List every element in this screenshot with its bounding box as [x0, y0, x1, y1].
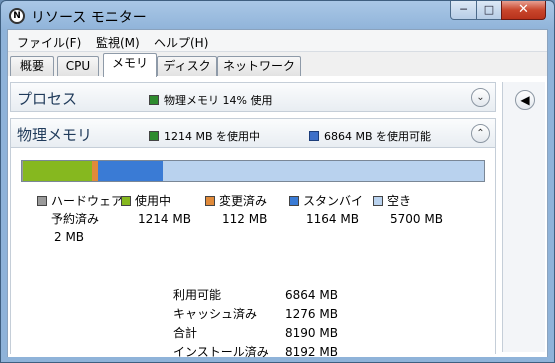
window-title: リソース モニター	[31, 10, 147, 26]
close-button[interactable]: ✕	[501, 1, 546, 20]
legend-label: ハードウェア予約済み	[51, 194, 124, 226]
legend-in-use: 使用中 1214 MB	[121, 192, 191, 228]
process-section-title: プロセス	[17, 90, 78, 108]
stat-value: 8192 MB	[285, 345, 338, 359]
available-stat: 6864 MB を使用可能	[309, 128, 431, 144]
tab-cpu[interactable]: CPU	[57, 56, 99, 76]
legend-label: スタンバイ	[303, 194, 364, 208]
menu-file[interactable]: ファイル(F)	[17, 34, 81, 51]
graph-pane: ◀	[502, 82, 545, 352]
stat-value: 6864 MB	[285, 288, 338, 302]
green-square-icon	[121, 196, 131, 206]
legend-value: 1214 MB	[138, 212, 191, 226]
collapse-graph-icon[interactable]: ◀	[515, 90, 535, 110]
green-square-icon	[149, 95, 159, 105]
light-blue-square-icon	[373, 196, 383, 206]
in-use-text: 1214 MB を使用中	[164, 130, 261, 143]
stat-label: キャッシュ済み	[173, 307, 258, 321]
minimize-button[interactable]: ─	[450, 1, 477, 20]
resource-monitor-icon: N	[9, 8, 25, 24]
sections-panel: プロセス 物理メモリ 14% 使用 ⌄ 物理メモリ 1214 MB を使用中 6…	[10, 82, 496, 359]
menu-monitor[interactable]: 監視(M)	[96, 34, 140, 51]
legend-label: 空き	[387, 194, 412, 208]
legend-value: 1164 MB	[306, 212, 359, 226]
legend-standby: スタンバイ 1164 MB	[289, 192, 363, 228]
physical-memory-body: ハードウェア予約済み 2 MB 使用中 1214 MB 変更済み 112 MB …	[10, 148, 496, 359]
stat-label: 合計	[173, 326, 198, 340]
chevron-down-icon[interactable]: ⌄	[471, 88, 490, 107]
tab-memory[interactable]: メモリ	[103, 53, 157, 77]
legend-hardware-reserved: ハードウェア予約済み 2 MB	[37, 192, 123, 246]
legend-label: 変更済み	[219, 194, 268, 208]
process-section-header[interactable]: プロセス 物理メモリ 14% 使用 ⌄	[10, 82, 496, 112]
memory-bar-segment-in-use	[23, 161, 92, 181]
maximize-button[interactable]: □	[476, 1, 502, 20]
blue-square-icon	[289, 196, 299, 206]
memory-usage-bar	[21, 160, 485, 182]
blue-square-icon	[309, 131, 319, 141]
stat-value: 8190 MB	[285, 326, 338, 340]
stat-label: インストール済み	[173, 345, 269, 359]
available-text: 6864 MB を使用可能	[324, 130, 432, 143]
legend-value: 112 MB	[222, 212, 268, 226]
physical-memory-section-header[interactable]: 物理メモリ 1214 MB を使用中 6864 MB を使用可能 ⌃	[10, 118, 496, 148]
legend-value: 2 MB	[54, 230, 85, 244]
process-memory-stat: 物理メモリ 14% 使用	[149, 92, 272, 108]
menu-bar: ファイル(F) 監視(M) ヘルプ(H)	[8, 30, 547, 52]
legend-modified: 変更済み 112 MB	[205, 192, 267, 228]
stat-label: 利用可能	[173, 288, 222, 302]
tab-disk[interactable]: ディスク	[157, 56, 217, 76]
client-area: ファイル(F) 監視(M) ヘルプ(H) 概要 CPU メモリ ディスク ネット…	[7, 29, 548, 359]
gray-square-icon	[37, 196, 47, 206]
memory-tab-content: プロセス 物理メモリ 14% 使用 ⌄ 物理メモリ 1214 MB を使用中 6…	[8, 76, 547, 359]
in-use-stat: 1214 MB を使用中	[149, 128, 260, 144]
stat-value: 1276 MB	[285, 307, 338, 321]
tab-network[interactable]: ネットワーク	[217, 56, 301, 76]
green-square-icon	[149, 131, 159, 141]
title-bar[interactable]: N リソース モニター ─ □ ✕	[1, 1, 554, 29]
chevron-up-icon[interactable]: ⌃	[471, 124, 490, 143]
resource-monitor-window: N リソース モニター ─ □ ✕ ファイル(F) 監視(M) ヘルプ(H) 概…	[0, 0, 555, 363]
legend-label: 使用中	[135, 194, 172, 208]
tab-strip: 概要 CPU メモリ ディスク ネットワーク	[8, 52, 547, 98]
process-stat-text: 物理メモリ 14% 使用	[164, 94, 273, 107]
tab-overview[interactable]: 概要	[10, 56, 54, 76]
orange-square-icon	[205, 196, 215, 206]
legend-value: 5700 MB	[390, 212, 443, 226]
memory-bar-segment-free	[163, 161, 484, 181]
menu-help[interactable]: ヘルプ(H)	[154, 34, 208, 51]
memory-bar-segment-standby	[97, 161, 164, 181]
physical-memory-title: 物理メモリ	[17, 126, 93, 144]
legend-free: 空き 5700 MB	[373, 192, 443, 228]
